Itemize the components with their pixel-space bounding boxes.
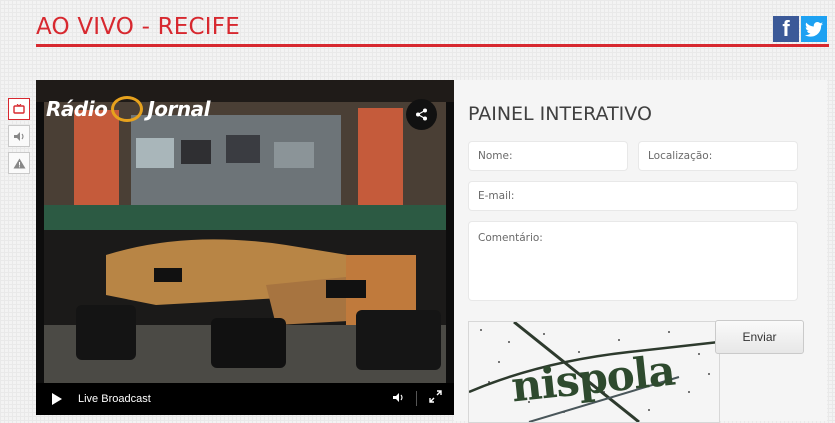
comment-field[interactable]: Comentário:: [468, 221, 798, 301]
share-icon: [416, 108, 427, 121]
play-icon[interactable]: [52, 393, 62, 405]
logo-ring-icon: [111, 96, 144, 122]
volume-icon[interactable]: [392, 392, 405, 406]
live-broadcast-label: Live Broadcast: [78, 393, 151, 405]
page-title: AO VIVO - RECIFE: [36, 14, 240, 40]
twitter-icon[interactable]: [801, 16, 827, 42]
media-mode-toolbar: [8, 98, 30, 179]
warning-icon[interactable]: [8, 152, 30, 174]
speaker-glyph: [13, 131, 24, 141]
share-button[interactable]: [406, 99, 437, 130]
radio-jornal-logo: Rádio Jornal: [46, 96, 210, 122]
studio-video-frame: [36, 80, 454, 383]
name-field[interactable]: Nome:: [468, 141, 628, 171]
logo-text-radio: Rádio: [46, 97, 108, 121]
video-player[interactable]: Rádio Jornal Live Broadcast: [36, 80, 454, 415]
fullscreen-icon[interactable]: [429, 390, 442, 406]
panel-title: PAINEL INTERATIVO: [468, 103, 652, 125]
logo-text-jornal: Jornal: [147, 97, 210, 121]
email-field[interactable]: E-mail:: [468, 181, 798, 211]
title-divider: [36, 44, 829, 47]
video-icon[interactable]: [8, 98, 30, 120]
send-button[interactable]: Enviar: [715, 320, 804, 354]
location-field[interactable]: Localização:: [638, 141, 798, 171]
player-control-bar: Live Broadcast: [36, 383, 454, 415]
facebook-icon[interactable]: f: [773, 16, 799, 42]
control-separator: [416, 391, 417, 406]
twitter-bird-icon: [805, 21, 823, 37]
tv-glyph: [13, 104, 25, 114]
volume-glyph: [393, 393, 403, 402]
audio-icon[interactable]: [8, 125, 30, 147]
alert-glyph: [13, 158, 25, 168]
expand-glyph: [429, 390, 442, 403]
captcha-image: nispola: [468, 321, 720, 423]
